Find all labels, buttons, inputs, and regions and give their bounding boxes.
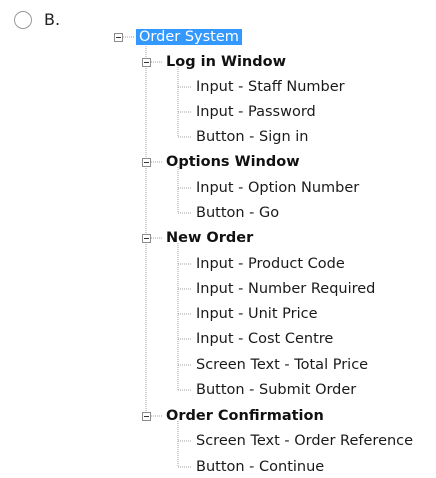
tree-leaf[interactable]: Input - Unit Price [196,304,318,324]
answer-option-b[interactable]: B. [14,10,60,29]
tree-group-options-window[interactable]: Options Window [166,152,300,172]
tree-leaf[interactable]: Input - Staff Number [196,77,345,97]
option-letter: B. [44,10,61,29]
radio-button[interactable] [14,10,32,29]
tree-group-order-confirmation[interactable]: Order Confirmation [166,406,324,426]
collapse-toggle-icon[interactable] [142,58,151,67]
tree-leaf[interactable]: Input - Number Required [196,279,375,299]
tree-leaf[interactable]: Button - Submit Order [196,380,356,400]
tree-leaf[interactable]: Input - Cost Centre [196,329,333,349]
tree-leaf[interactable]: Button - Continue [196,457,324,477]
collapse-toggle-icon[interactable] [142,158,151,167]
tree-leaf[interactable]: Button - Sign in [196,127,308,147]
tree-leaf[interactable]: Input - Option Number [196,178,359,198]
tree-leaf[interactable]: Button - Go [196,203,279,223]
tree-group-log-in-window[interactable]: Log in Window [166,52,286,72]
tree-group-new-order[interactable]: New Order [166,228,253,248]
collapse-toggle-icon[interactable] [114,33,123,42]
collapse-toggle-icon[interactable] [142,412,151,421]
tree-root-label: Order System [136,29,242,45]
tree-leaf[interactable]: Screen Text - Order Reference [196,431,413,451]
tree-view: Order System Log in Window Input - Staff… [114,26,436,478]
tree-leaf[interactable]: Input - Product Code [196,254,345,274]
collapse-toggle-icon[interactable] [142,234,151,243]
tree-root[interactable]: Order System [136,27,242,47]
tree-leaf[interactable]: Screen Text - Total Price [196,355,368,375]
tree-leaf[interactable]: Input - Password [196,102,316,122]
